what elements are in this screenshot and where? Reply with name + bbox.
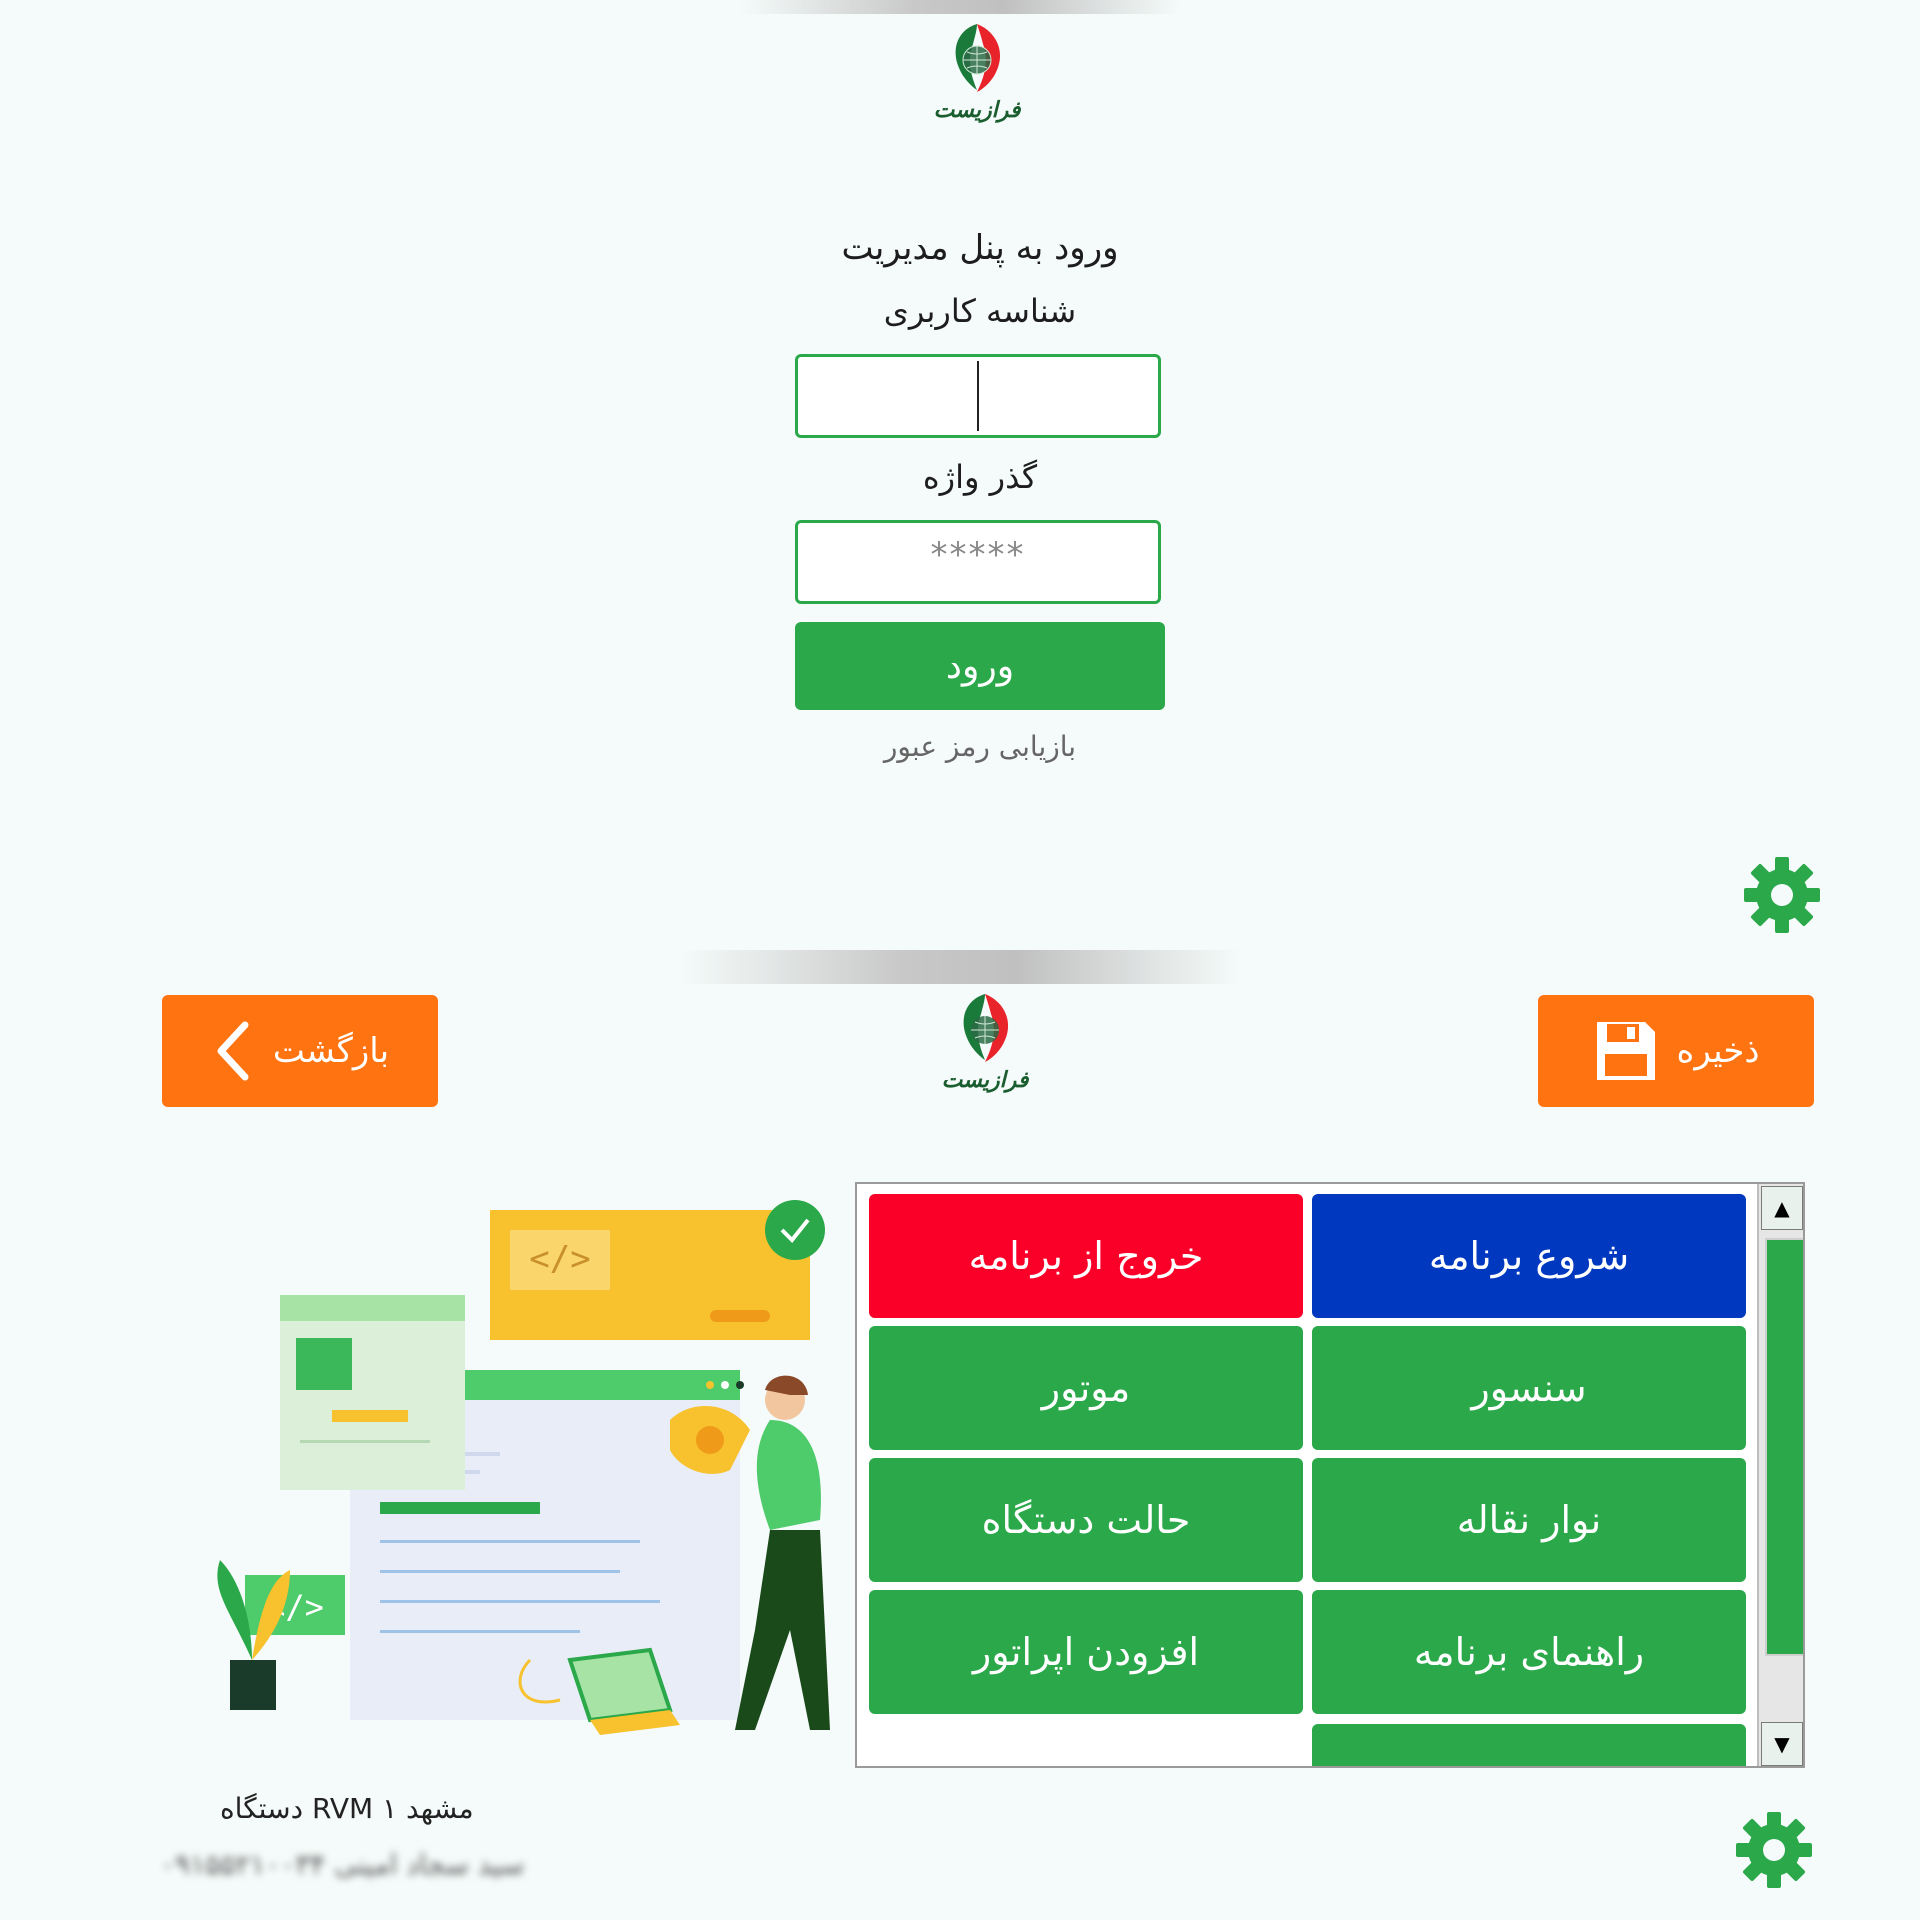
text-caret [977,361,979,431]
svg-text:</>: </> [529,1239,590,1279]
brand-logo-secondary: فرازیست [930,990,1040,1093]
program-help-button[interactable]: راهنمای برنامه [1312,1590,1746,1714]
conveyor-belt-button[interactable]: نوار نقاله [1312,1458,1746,1582]
middle-divider [680,950,1240,984]
gear-icon[interactable] [1742,855,1822,935]
chevron-left-icon [217,1021,249,1081]
logo-emblem-icon [963,994,1009,1062]
exit-program-button[interactable]: خروج از برنامه [869,1194,1303,1318]
logo-emblem-icon [955,24,1001,92]
scroll-up-icon[interactable]: ▲ [1761,1186,1803,1230]
brand-name: فرازیست [941,1068,1029,1093]
username-field[interactable] [795,354,1161,438]
back-label: بازگشت [272,1031,390,1071]
login-button[interactable]: ورود [795,622,1165,710]
sensor-button[interactable]: سنسور [1312,1326,1746,1450]
operator-info: سید سجاد امینی ۰۹۱۵۵۲۱۰۰۳۴ [160,1848,525,1881]
floppy-disk-icon [1596,1022,1655,1080]
brand-logo: فرازیست [922,20,1032,123]
save-label: ذخیره [1676,1031,1760,1071]
brand-name: فرازیست [933,98,1021,123]
start-program-button[interactable]: شروع برنامه [1312,1194,1746,1318]
add-operator-button[interactable]: افزودن اپراتور [869,1590,1303,1714]
save-button[interactable]: ذخیره [1538,995,1814,1107]
top-divider [740,0,1180,14]
menu-panel: شروع برنامه خروج از برنامه سنسور موتور ن… [855,1182,1805,1768]
scrollbar-thumb[interactable] [1765,1238,1803,1656]
password-field[interactable]: ***** [795,520,1161,604]
password-label: گذر واژه [922,458,1038,496]
gear-icon[interactable] [1734,1810,1814,1890]
developer-illustration: </> </> [217,1200,830,1735]
recover-password-link[interactable]: بازیابی رمز عبور [0,730,1920,763]
device-mode-button[interactable]: حالت دستگاه [869,1458,1303,1582]
motor-button[interactable]: موتور [869,1326,1303,1450]
scroll-down-icon[interactable]: ▼ [1761,1722,1803,1766]
menu-item-partial[interactable] [1312,1724,1746,1766]
device-name: دستگاه RVM مشهد ۱ [220,1792,474,1825]
back-button[interactable]: بازگشت [162,995,438,1107]
login-title: ورود به پنل مدیریت [841,228,1119,268]
username-label: شناسه کاربری [883,292,1077,330]
password-value: ***** [930,535,1026,575]
